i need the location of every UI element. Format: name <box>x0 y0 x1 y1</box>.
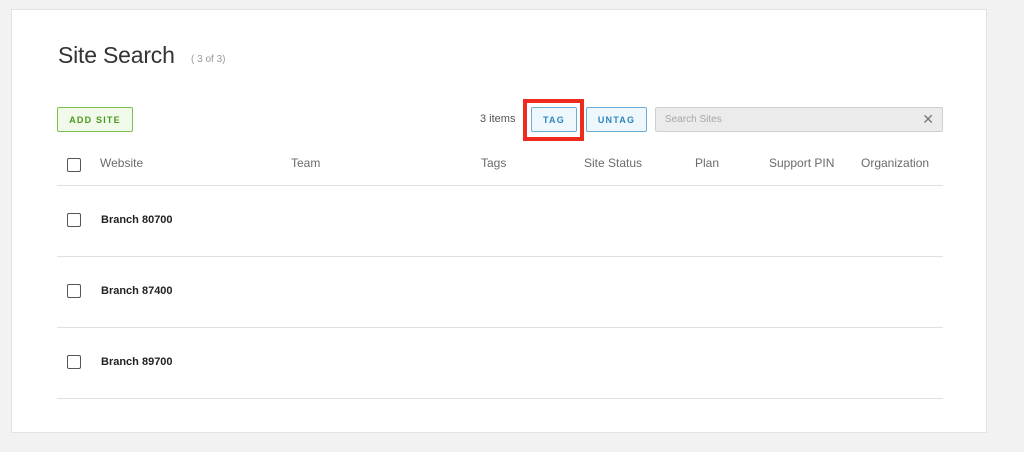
column-team[interactable]: Team <box>291 156 320 170</box>
untag-button[interactable]: UNTAG <box>586 107 647 132</box>
close-icon[interactable]: ✕ <box>922 112 934 126</box>
page-title: Site Search <box>58 42 175 68</box>
add-site-button[interactable]: ADD SITE <box>57 107 133 132</box>
row-checkbox[interactable] <box>67 355 81 369</box>
table-row[interactable]: Branch 89700 <box>57 328 943 399</box>
search-input[interactable] <box>656 108 915 131</box>
column-website[interactable]: Website <box>100 156 143 170</box>
column-organization[interactable]: Organization <box>861 156 929 170</box>
column-plan[interactable]: Plan <box>695 156 719 170</box>
row-checkbox[interactable] <box>67 284 81 298</box>
items-count-label: 3 items <box>480 113 516 125</box>
table-row[interactable]: Branch 80700 <box>57 186 943 257</box>
select-all-checkbox[interactable] <box>67 158 81 172</box>
site-search-panel: Site Search ( 3 of 3) ADD SITE 3 items T… <box>11 9 987 433</box>
result-count: ( 3 of 3) <box>191 54 226 65</box>
column-tags[interactable]: Tags <box>481 156 506 170</box>
tag-button[interactable]: TAG <box>531 107 577 132</box>
column-support-pin[interactable]: Support PIN <box>769 156 834 170</box>
site-name[interactable]: Branch 87400 <box>101 285 173 297</box>
sites-table: Website Team Tags Site Status Plan Suppo… <box>57 148 943 399</box>
table-row[interactable]: Branch 87400 <box>57 257 943 328</box>
table-header: Website Team Tags Site Status Plan Suppo… <box>57 148 943 186</box>
site-name[interactable]: Branch 80700 <box>101 214 173 226</box>
column-site-status[interactable]: Site Status <box>584 156 642 170</box>
row-checkbox[interactable] <box>67 213 81 227</box>
site-name[interactable]: Branch 89700 <box>101 356 173 368</box>
search-box: ✕ <box>655 107 943 132</box>
